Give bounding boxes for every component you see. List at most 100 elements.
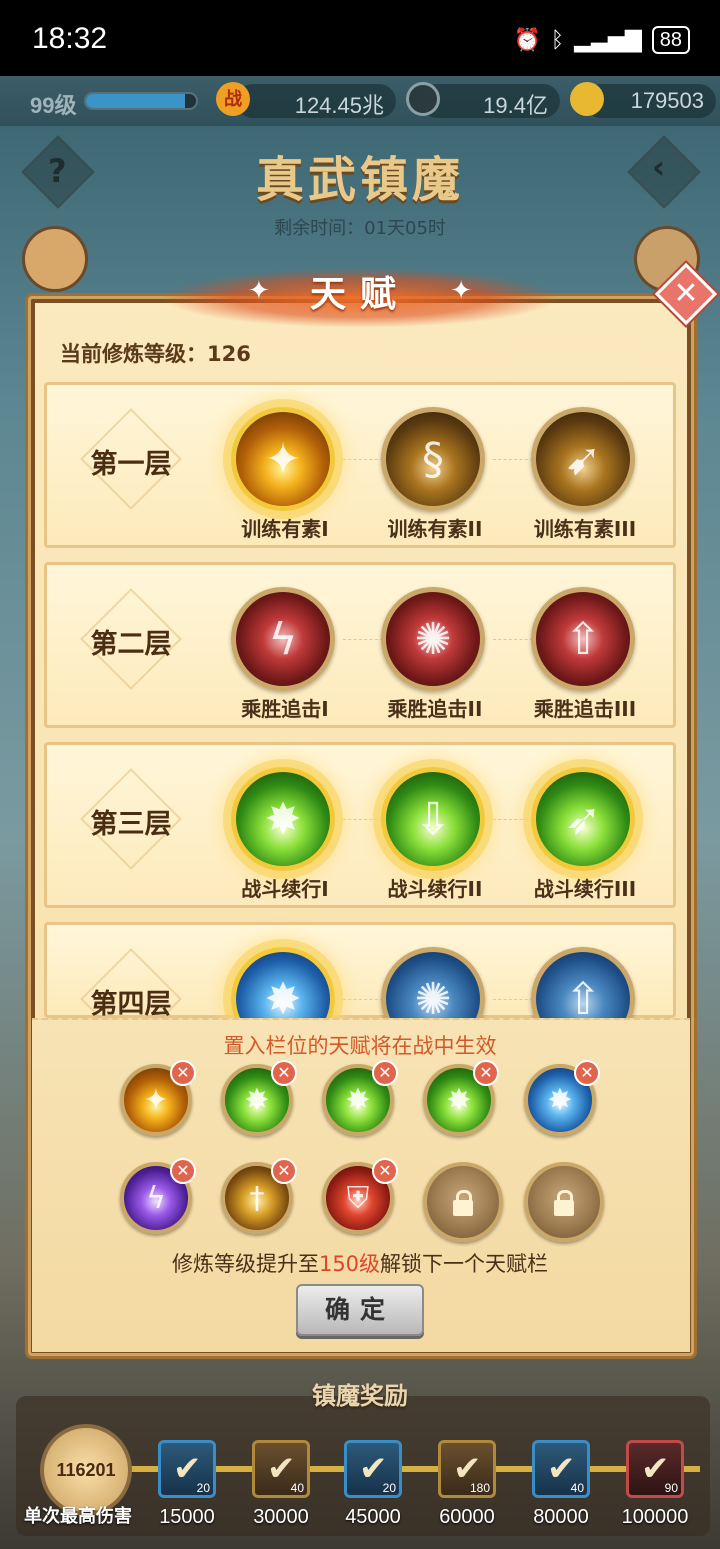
sparkle-icon: ✦ (450, 276, 472, 306)
remove-slot-icon[interactable]: ✕ (574, 1060, 600, 1086)
talent-tier-4: 第四层 ✸ ✺ ⇧ (44, 922, 676, 1051)
talent-label: 战斗续行II (387, 877, 483, 901)
reward-threshold: 30000 (253, 1506, 309, 1528)
tier-connector (493, 999, 533, 1000)
talent-label: 乘胜追击I (241, 697, 329, 721)
clock: 18:32 (32, 22, 108, 55)
status-bar: 18:32 ⏰ ᛒ ▂▃▅▇ 88 (0, 0, 720, 76)
reward-chest[interactable]: ✔ 20 (344, 1440, 402, 1498)
talent-label: 乘胜追击III (533, 697, 637, 721)
power-value: 124.45兆 (236, 84, 396, 118)
reward-chest[interactable]: ✔ 20 (158, 1440, 216, 1498)
status-icons: ⏰ ᛒ ▂▃▅▇ 88 (513, 26, 690, 54)
equipped-talent-slot[interactable]: ✸ ✕ (524, 1060, 600, 1136)
talent-glyph: ⇧ (564, 613, 602, 665)
best-damage-label: 单次最高伤害 (24, 1506, 132, 1527)
fire-slash-icon[interactable]: ✦ (231, 407, 335, 511)
talent-glyph: ➶ (564, 793, 602, 845)
tier-connector (343, 819, 383, 820)
current-cultivation-level: 当前修炼等级：126 (60, 342, 251, 366)
red-lightning-icon[interactable]: ϟ (231, 587, 335, 691)
equipped-talent-slot[interactable]: ⛨ ✕ (322, 1158, 398, 1234)
talent-label: 乘胜追击II (387, 697, 483, 721)
reward-count: 20 (382, 1481, 396, 1495)
bluetooth-icon: ᛒ (550, 27, 565, 52)
reward-title: 镇魔奖励 (312, 1382, 408, 1410)
gift-pack-icon[interactable] (22, 226, 88, 292)
remove-slot-icon[interactable]: ✕ (170, 1060, 196, 1086)
dialog-title: 天赋 (309, 274, 410, 315)
remove-slot-icon[interactable]: ✕ (473, 1060, 499, 1086)
reward-threshold: 15000 (159, 1506, 215, 1528)
tier-name: 第二层 (90, 629, 172, 660)
battery-icon: 88 (651, 26, 690, 54)
talent-glyph: ϟ (268, 613, 298, 665)
equipped-talent-slot[interactable]: † ✕ (221, 1158, 297, 1234)
player-level: 99级 (30, 93, 77, 118)
reward-threshold: 100000 (621, 1506, 689, 1528)
event-title: 真武镇魔 (255, 152, 464, 208)
coin-icon (406, 82, 440, 116)
dialog-header: ✦ 天赋 ✦ (160, 262, 560, 332)
reward-chest[interactable]: ✔ 40 (252, 1440, 310, 1498)
level-progress-bar (84, 92, 198, 110)
lock-icon (554, 1190, 574, 1216)
equipped-talent-slot[interactable]: ϟ ✕ (120, 1158, 196, 1234)
lock-icon (453, 1190, 473, 1216)
remove-slot-icon[interactable]: ✕ (372, 1158, 398, 1184)
unlock-level: 150级 (318, 1252, 381, 1276)
tier-connector (343, 459, 383, 460)
coin-value: 19.4亿 (420, 84, 560, 118)
tier-name: 第三层 (90, 809, 172, 840)
red-arrow-icon[interactable]: ⇧ (531, 587, 635, 691)
confirm-button[interactable]: 确定 (296, 1284, 424, 1336)
talent-tier-3: 第三层 ✸ 战斗续行I ⇩ 战斗续行II ➶ 战斗续行III (44, 742, 676, 908)
unlock-prefix: 修炼等级提升至 (171, 1252, 319, 1276)
equipped-talent-slot[interactable]: ✸ ✕ (322, 1060, 398, 1136)
talent-label: 训练有素III (533, 517, 637, 541)
signal-icon: ▂▃▅▇ (574, 27, 642, 52)
talent-label: 训练有素I (241, 517, 329, 541)
reward-count: 40 (570, 1481, 584, 1495)
gold-ingot-icon (570, 82, 604, 116)
reward-count: 180 (469, 1481, 490, 1495)
talent-tier-2: 第二层 ϟ 乘胜追击I ✺ 乘胜追击II ⇧ 乘胜追击III (44, 562, 676, 728)
equipped-talent-slot[interactable]: ✸ ✕ (423, 1060, 499, 1136)
remove-slot-icon[interactable]: ✕ (271, 1158, 297, 1184)
talent-label: 训练有素II (387, 517, 483, 541)
remove-slot-icon[interactable]: ✕ (372, 1060, 398, 1086)
green-slash-icon[interactable]: ➶ (531, 767, 635, 871)
talent-glyph: ➹ (564, 433, 602, 485)
tier-connector (493, 819, 533, 820)
talent-tier-1: 第一层 ✦ 训练有素I § 训练有素II ➹ 训练有素III (44, 382, 676, 548)
power-icon: 战 (216, 82, 250, 116)
reward-chest[interactable]: ✔ 40 (532, 1440, 590, 1498)
fire-swirl-icon[interactable]: § (381, 407, 485, 511)
alarm-icon: ⏰ (513, 27, 541, 52)
talent-glyph: ✦ (264, 433, 302, 485)
locked-slot[interactable] (423, 1162, 503, 1242)
locked-slot[interactable] (524, 1162, 604, 1242)
talent-label: 战斗续行I (241, 877, 329, 901)
green-arrow-down-icon[interactable]: ⇩ (381, 767, 485, 871)
green-burst-icon[interactable]: ✸ (231, 767, 335, 871)
remaining-time: 剩余时间：01天05时 (274, 218, 446, 239)
reward-threshold: 60000 (439, 1506, 495, 1528)
reward-count: 20 (196, 1481, 210, 1495)
talent-glyph: ⇩ (414, 793, 452, 845)
fire-arrow-icon[interactable]: ➹ (531, 407, 635, 511)
talent-glyph: ✸ (264, 793, 302, 845)
reward-chest[interactable]: ✔ 90 (626, 1440, 684, 1498)
equipped-talent-slot[interactable]: ✸ ✕ (221, 1060, 297, 1136)
reward-count: 40 (290, 1481, 304, 1495)
reward-chest[interactable]: ✔ 180 (438, 1440, 496, 1498)
remove-slot-icon[interactable]: ✕ (271, 1060, 297, 1086)
remove-slot-icon[interactable]: ✕ (170, 1158, 196, 1184)
slot-hint: 置入栏位的天赋将在战中生效 (223, 1034, 497, 1058)
close-icon: ✕ (673, 276, 699, 311)
resource-bar: 99级 124.45兆 战 19.4亿 179503 (0, 76, 720, 126)
tier-connector (343, 639, 383, 640)
red-vortex-icon[interactable]: ✺ (381, 587, 485, 691)
equipped-talent-slot[interactable]: ✦ ✕ (120, 1060, 196, 1136)
talent-glyph: ✺ (414, 613, 452, 665)
